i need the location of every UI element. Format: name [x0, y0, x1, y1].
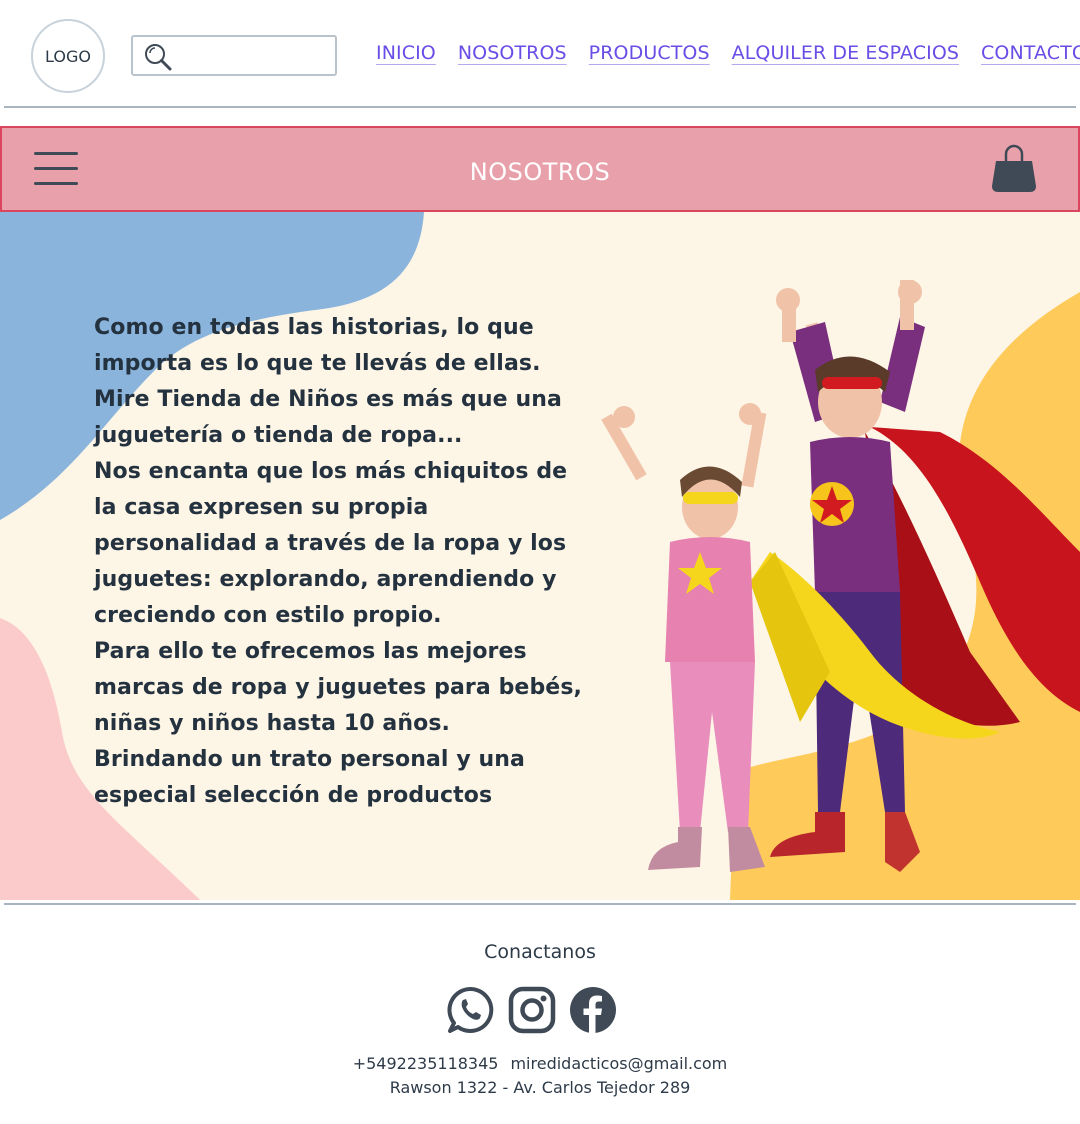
- logo[interactable]: LOGO: [31, 19, 105, 93]
- logo-text: LOGO: [45, 46, 91, 66]
- address: Rawson 1322 - Av. Carlos Tejedor 289: [389, 1078, 691, 1097]
- whatsapp-icon[interactable]: [446, 985, 496, 1035]
- email-address[interactable]: miredidacticos@gmail.com: [510, 1054, 727, 1073]
- search-icon[interactable]: [143, 42, 173, 72]
- site-footer: Conactanos +5492235118345 miredidacticos@…: [0, 905, 1080, 1124]
- about-paragraph: Mire Tienda de Niños es más que una jugu…: [94, 387, 562, 448]
- nav-link-inicio[interactable]: INICIO: [376, 42, 436, 72]
- about-paragraph: Brindando un trato personal y una especi…: [94, 747, 525, 808]
- nav-link-nosotros[interactable]: NOSOTROS: [458, 42, 567, 72]
- search-box[interactable]: [131, 35, 337, 76]
- about-text: Como en todas las historias, lo que impo…: [94, 310, 594, 814]
- search-input[interactable]: [177, 41, 331, 71]
- social-links: [446, 985, 618, 1035]
- superhero-kids-image: [601, 280, 1080, 872]
- older-girl: [770, 280, 1080, 872]
- facebook-icon[interactable]: [568, 985, 618, 1035]
- phone-number[interactable]: +5492235118345: [353, 1054, 499, 1073]
- contact-heading: Conactanos: [484, 941, 596, 963]
- page-title: NOSOTROS: [469, 158, 611, 186]
- nav-link-productos[interactable]: PRODUCTOS: [589, 42, 710, 72]
- main-nav: INICIO NOSOTROS PRODUCTOS ALQUILER DE ES…: [376, 42, 1080, 72]
- nav-link-contacto[interactable]: CONTACTO: [981, 42, 1080, 72]
- site-header: LOGO INICIO NOSOTROS PRODUCTOS ALQUILER …: [0, 0, 1080, 108]
- about-section: Como en todas las historias, lo que impo…: [0, 212, 1080, 900]
- header-divider: [4, 106, 1076, 108]
- section-title-bar: NOSOTROS: [0, 126, 1080, 212]
- about-paragraph: Nos encanta que los más chiquitos de la …: [94, 459, 568, 628]
- about-paragraph: Como en todas las historias, lo que impo…: [94, 315, 541, 376]
- shopping-bag-icon[interactable]: [990, 142, 1038, 194]
- nav-link-alquiler-de-espacios[interactable]: ALQUILER DE ESPACIOS: [732, 42, 959, 72]
- instagram-icon[interactable]: [507, 985, 557, 1035]
- contact-details: +5492235118345 miredidacticos@gmail.com: [0, 1054, 1080, 1073]
- about-paragraph: Para ello te ofrecemos las mejores marca…: [94, 639, 582, 736]
